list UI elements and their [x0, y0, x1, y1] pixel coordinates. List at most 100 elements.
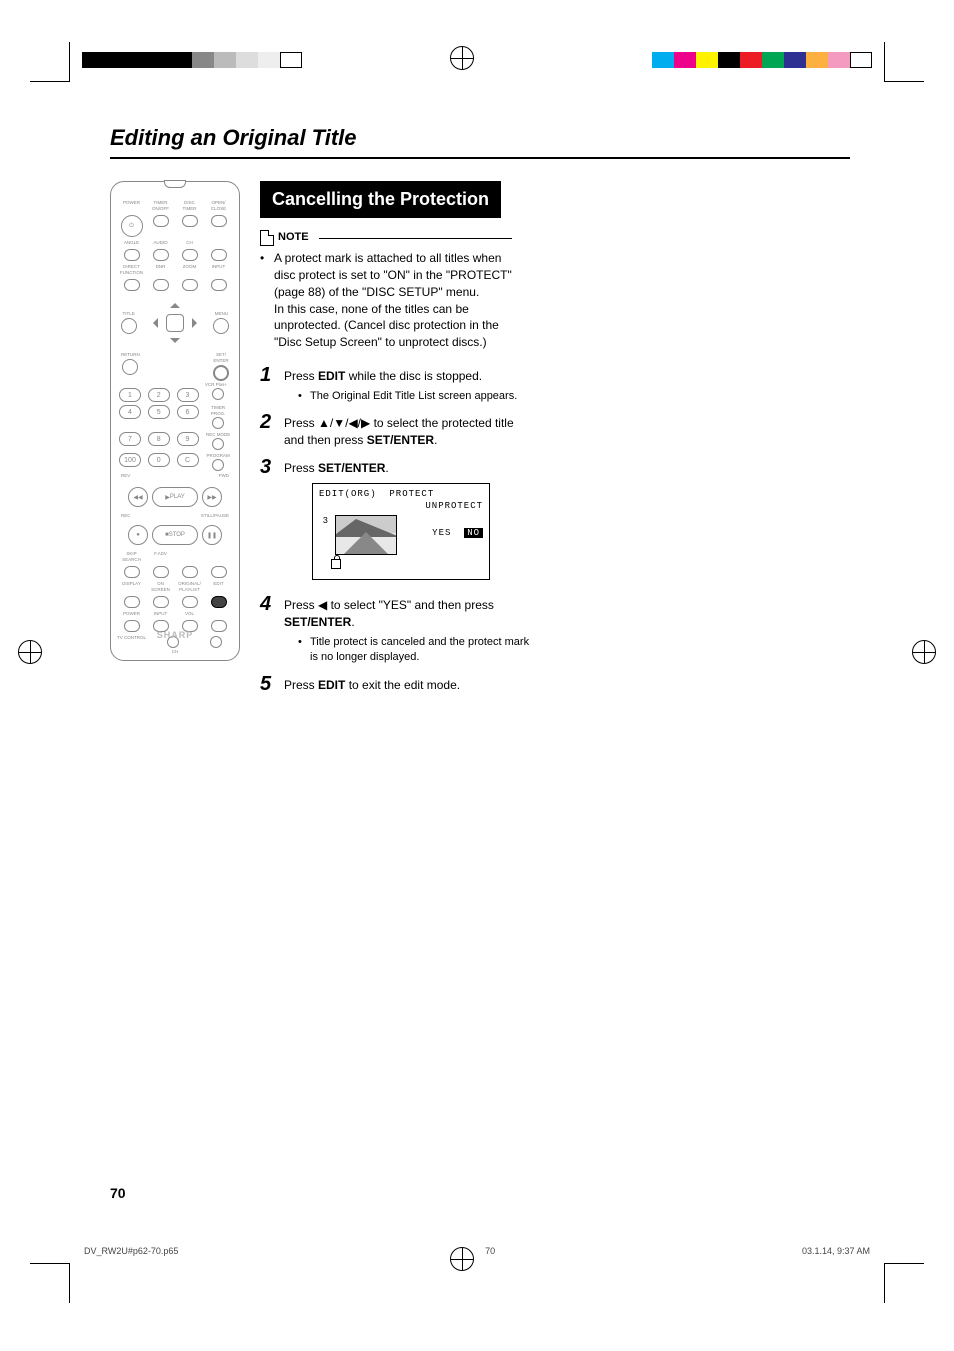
registration-mark-left — [18, 640, 42, 664]
step-keyword: EDIT — [318, 369, 345, 383]
rev-button: ◀◀ — [128, 487, 148, 507]
remote-number-button: 9 — [177, 432, 199, 446]
fadv-button — [153, 566, 169, 578]
osd-yes-no: YES NO — [403, 515, 483, 540]
step-keyword: EDIT — [318, 678, 345, 692]
rec-label: REC — [121, 513, 131, 519]
audio-button — [153, 249, 169, 261]
colorbar-swatch — [126, 52, 148, 68]
colorbar-swatch — [784, 52, 806, 68]
remote-side-button — [212, 438, 224, 450]
remote-button-label: DISPLAY — [117, 581, 146, 593]
remote-side-label: PROGRAM — [205, 453, 231, 459]
open-close-button — [211, 215, 227, 227]
skip-prev-button — [182, 566, 198, 578]
footer-file: DV_RW2U#p62-70.p65 — [84, 1246, 178, 1256]
page-title: Editing an Original Title — [110, 125, 850, 159]
colorbar-swatch — [280, 52, 302, 68]
display-button — [124, 596, 140, 608]
edit-button — [211, 596, 227, 608]
step-5: 5 Press EDIT to exit the edit mode. — [260, 674, 530, 694]
sub-text: Title protect is canceled and the protec… — [310, 635, 530, 666]
power-button: ⏻ — [121, 215, 143, 237]
section-heading: Cancelling the Protection — [260, 181, 501, 218]
remote-number-button: 4 — [119, 405, 141, 419]
direct-function-button — [124, 279, 140, 291]
remote-button-label: OPEN/ CLOSE — [204, 200, 233, 212]
remote-control-figure: POWERTIMER ON/OFFDISC TIMEROPEN/ CLOSE ⏻… — [110, 181, 240, 661]
remote-button-label — [175, 551, 204, 563]
remote-button-label: CH — [175, 240, 204, 246]
sub-bullet: • — [298, 389, 304, 404]
step-3: 3 Press SET/ENTER. EDIT(ORG) PROTECT UNP… — [260, 457, 530, 587]
set-enter-button — [213, 365, 229, 381]
colorbar-swatch — [82, 52, 104, 68]
step-keyword: SET/ENTER — [318, 461, 385, 475]
remote-side-label: TIMER PROG. — [205, 405, 231, 417]
colorbar-swatch — [652, 52, 674, 68]
arrow-glyph: ▲/▼/◀/▶ — [318, 416, 370, 430]
step-1: 1 Press EDIT while the disc is stopped. … — [260, 365, 530, 404]
remote-number-button: 3 — [177, 388, 199, 402]
remote-button-label: EDIT — [204, 581, 233, 593]
remote-number-button: 2 — [148, 388, 170, 402]
remote-ir-window — [164, 180, 186, 188]
note-icon — [260, 230, 274, 246]
colorbar-swatch — [236, 52, 258, 68]
step-text: Press — [284, 598, 318, 612]
remote-button-label: F.ADV — [146, 551, 175, 563]
colorbar-swatch — [258, 52, 280, 68]
title-label: TITLE — [117, 311, 140, 317]
skip-next-button — [211, 566, 227, 578]
step-text: Press — [284, 461, 318, 475]
timer-onoff-button — [153, 215, 169, 227]
return-label: RETURN — [121, 352, 140, 358]
remote-button-label — [204, 240, 233, 246]
colorbar-swatch — [806, 52, 828, 68]
footer-timestamp: 03.1.14, 9:37 AM — [802, 1246, 870, 1256]
footer-info: DV_RW2U#p62-70.p65 70 03.1.14, 9:37 AM — [84, 1246, 870, 1256]
remote-number-button: 0 — [148, 453, 170, 467]
remote-button-label: ORIGINAL/ PLAYLIST — [175, 581, 204, 593]
step-text: . — [385, 461, 388, 475]
colorbar-swatch — [828, 52, 850, 68]
ch-up-button — [211, 249, 227, 261]
step-number: 1 — [260, 365, 276, 404]
angle-button — [124, 249, 140, 261]
onscreen-button — [153, 596, 169, 608]
colorbar-swatch — [104, 52, 126, 68]
title-button — [121, 318, 137, 334]
remote-button-label: POWER — [117, 200, 146, 212]
input-button — [211, 279, 227, 291]
step-4: 4 Press ◀ to select "YES" and then press… — [260, 594, 530, 665]
original-playlist-button — [182, 596, 198, 608]
note-label: NOTE — [278, 230, 309, 245]
remote-number-button: C — [177, 453, 199, 467]
remote-button-label: INPUT — [146, 611, 175, 617]
pause-button: ❚❚ — [202, 525, 222, 545]
step-text: to exit the edit mode. — [345, 678, 460, 692]
remote-number-button: 5 — [148, 405, 170, 419]
remote-button-label: POWER — [117, 611, 146, 617]
top-color-bars — [0, 42, 954, 72]
step-number: 5 — [260, 674, 276, 694]
stop-button: ■ STOP — [152, 525, 198, 545]
remote-button-label: INPUT — [204, 264, 233, 276]
footer-page: 70 — [178, 1246, 802, 1256]
remote-button-label: VOL — [175, 611, 204, 617]
remote-button-label — [204, 611, 233, 617]
osd-index: 3 — [319, 515, 329, 528]
remote-button-label: DIRECT FUNCTION — [117, 264, 146, 276]
fwd-label: FWD — [219, 473, 229, 479]
crop-mark-br — [884, 1263, 924, 1303]
menu-button — [213, 318, 229, 334]
play-button: ▶ PLAY — [152, 487, 198, 507]
return-button — [122, 359, 138, 375]
remote-button-label — [204, 551, 233, 563]
rec-button: ● — [128, 525, 148, 545]
colorbar-swatch — [740, 52, 762, 68]
colorbar-swatch — [850, 52, 872, 68]
colorbar-swatch — [170, 52, 192, 68]
dnr-button — [153, 279, 169, 291]
sub-bullet: • — [298, 635, 304, 666]
